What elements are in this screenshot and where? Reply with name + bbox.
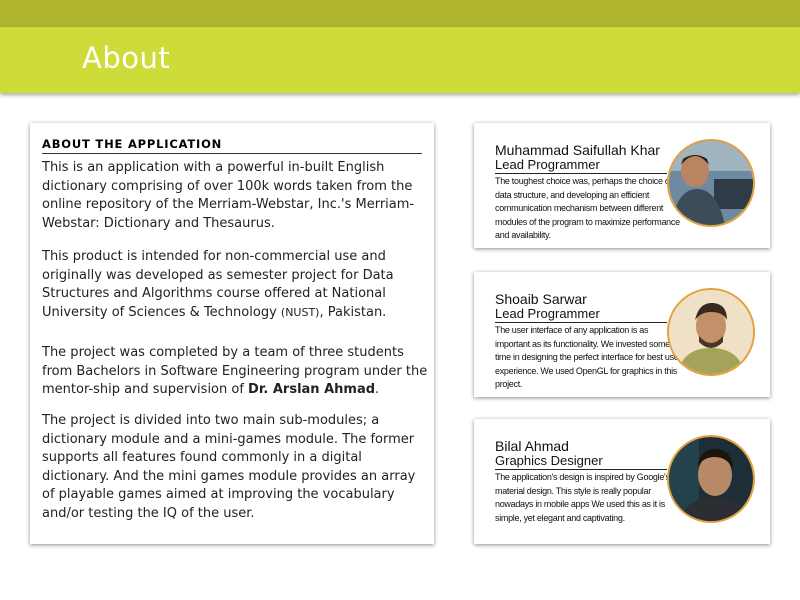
about-paragraph-1: This is an application with a powerful i… bbox=[42, 160, 415, 231]
status-bar bbox=[0, 0, 800, 27]
avatar-photo bbox=[667, 435, 755, 523]
about-paragraph-2-end: , Pakistan. bbox=[319, 304, 387, 320]
member-role: Lead Programmer bbox=[495, 306, 667, 323]
about-paragraph-2: This product is intended for non-commerc… bbox=[42, 248, 428, 322]
supervisor-name: Dr. Arslan Ahmad bbox=[248, 382, 376, 397]
member-description: The toughest choice was, perhaps the cho… bbox=[495, 176, 680, 240]
member-role: Lead Programmer bbox=[495, 157, 667, 174]
app-header: About bbox=[0, 27, 800, 93]
team-card-3: Bilal Ahmad Graphics Designer The applic… bbox=[474, 419, 770, 544]
team-card-2: Shoaib Sarwar Lead Programmer The user i… bbox=[474, 272, 770, 397]
member-name: Shoaib Sarwar bbox=[495, 291, 587, 307]
member-name: Muhammad Saifullah Khar bbox=[495, 142, 660, 158]
member-description: The user interface of any application is… bbox=[495, 325, 682, 389]
avatar-photo bbox=[667, 288, 755, 376]
nust-abbr: (NUST) bbox=[280, 305, 320, 319]
member-role: Graphics Designer bbox=[495, 453, 667, 470]
team-card-1: Muhammad Saifullah Khar Lead Programmer … bbox=[474, 123, 770, 248]
member-name: Bilal Ahmad bbox=[495, 438, 569, 454]
about-card: ABOUT THE APPLICATION This is an applica… bbox=[30, 123, 434, 544]
avatar-photo bbox=[667, 139, 755, 227]
about-paragraph-3: The project was completed by a team of t… bbox=[42, 344, 428, 400]
about-paragraph-3-end: . bbox=[375, 382, 380, 397]
page-title: About bbox=[82, 41, 171, 75]
about-paragraph-4: The project is divided into two main sub… bbox=[42, 413, 416, 521]
member-description: The application's design is inspired by … bbox=[495, 472, 670, 523]
about-heading: ABOUT THE APPLICATION bbox=[42, 137, 422, 154]
